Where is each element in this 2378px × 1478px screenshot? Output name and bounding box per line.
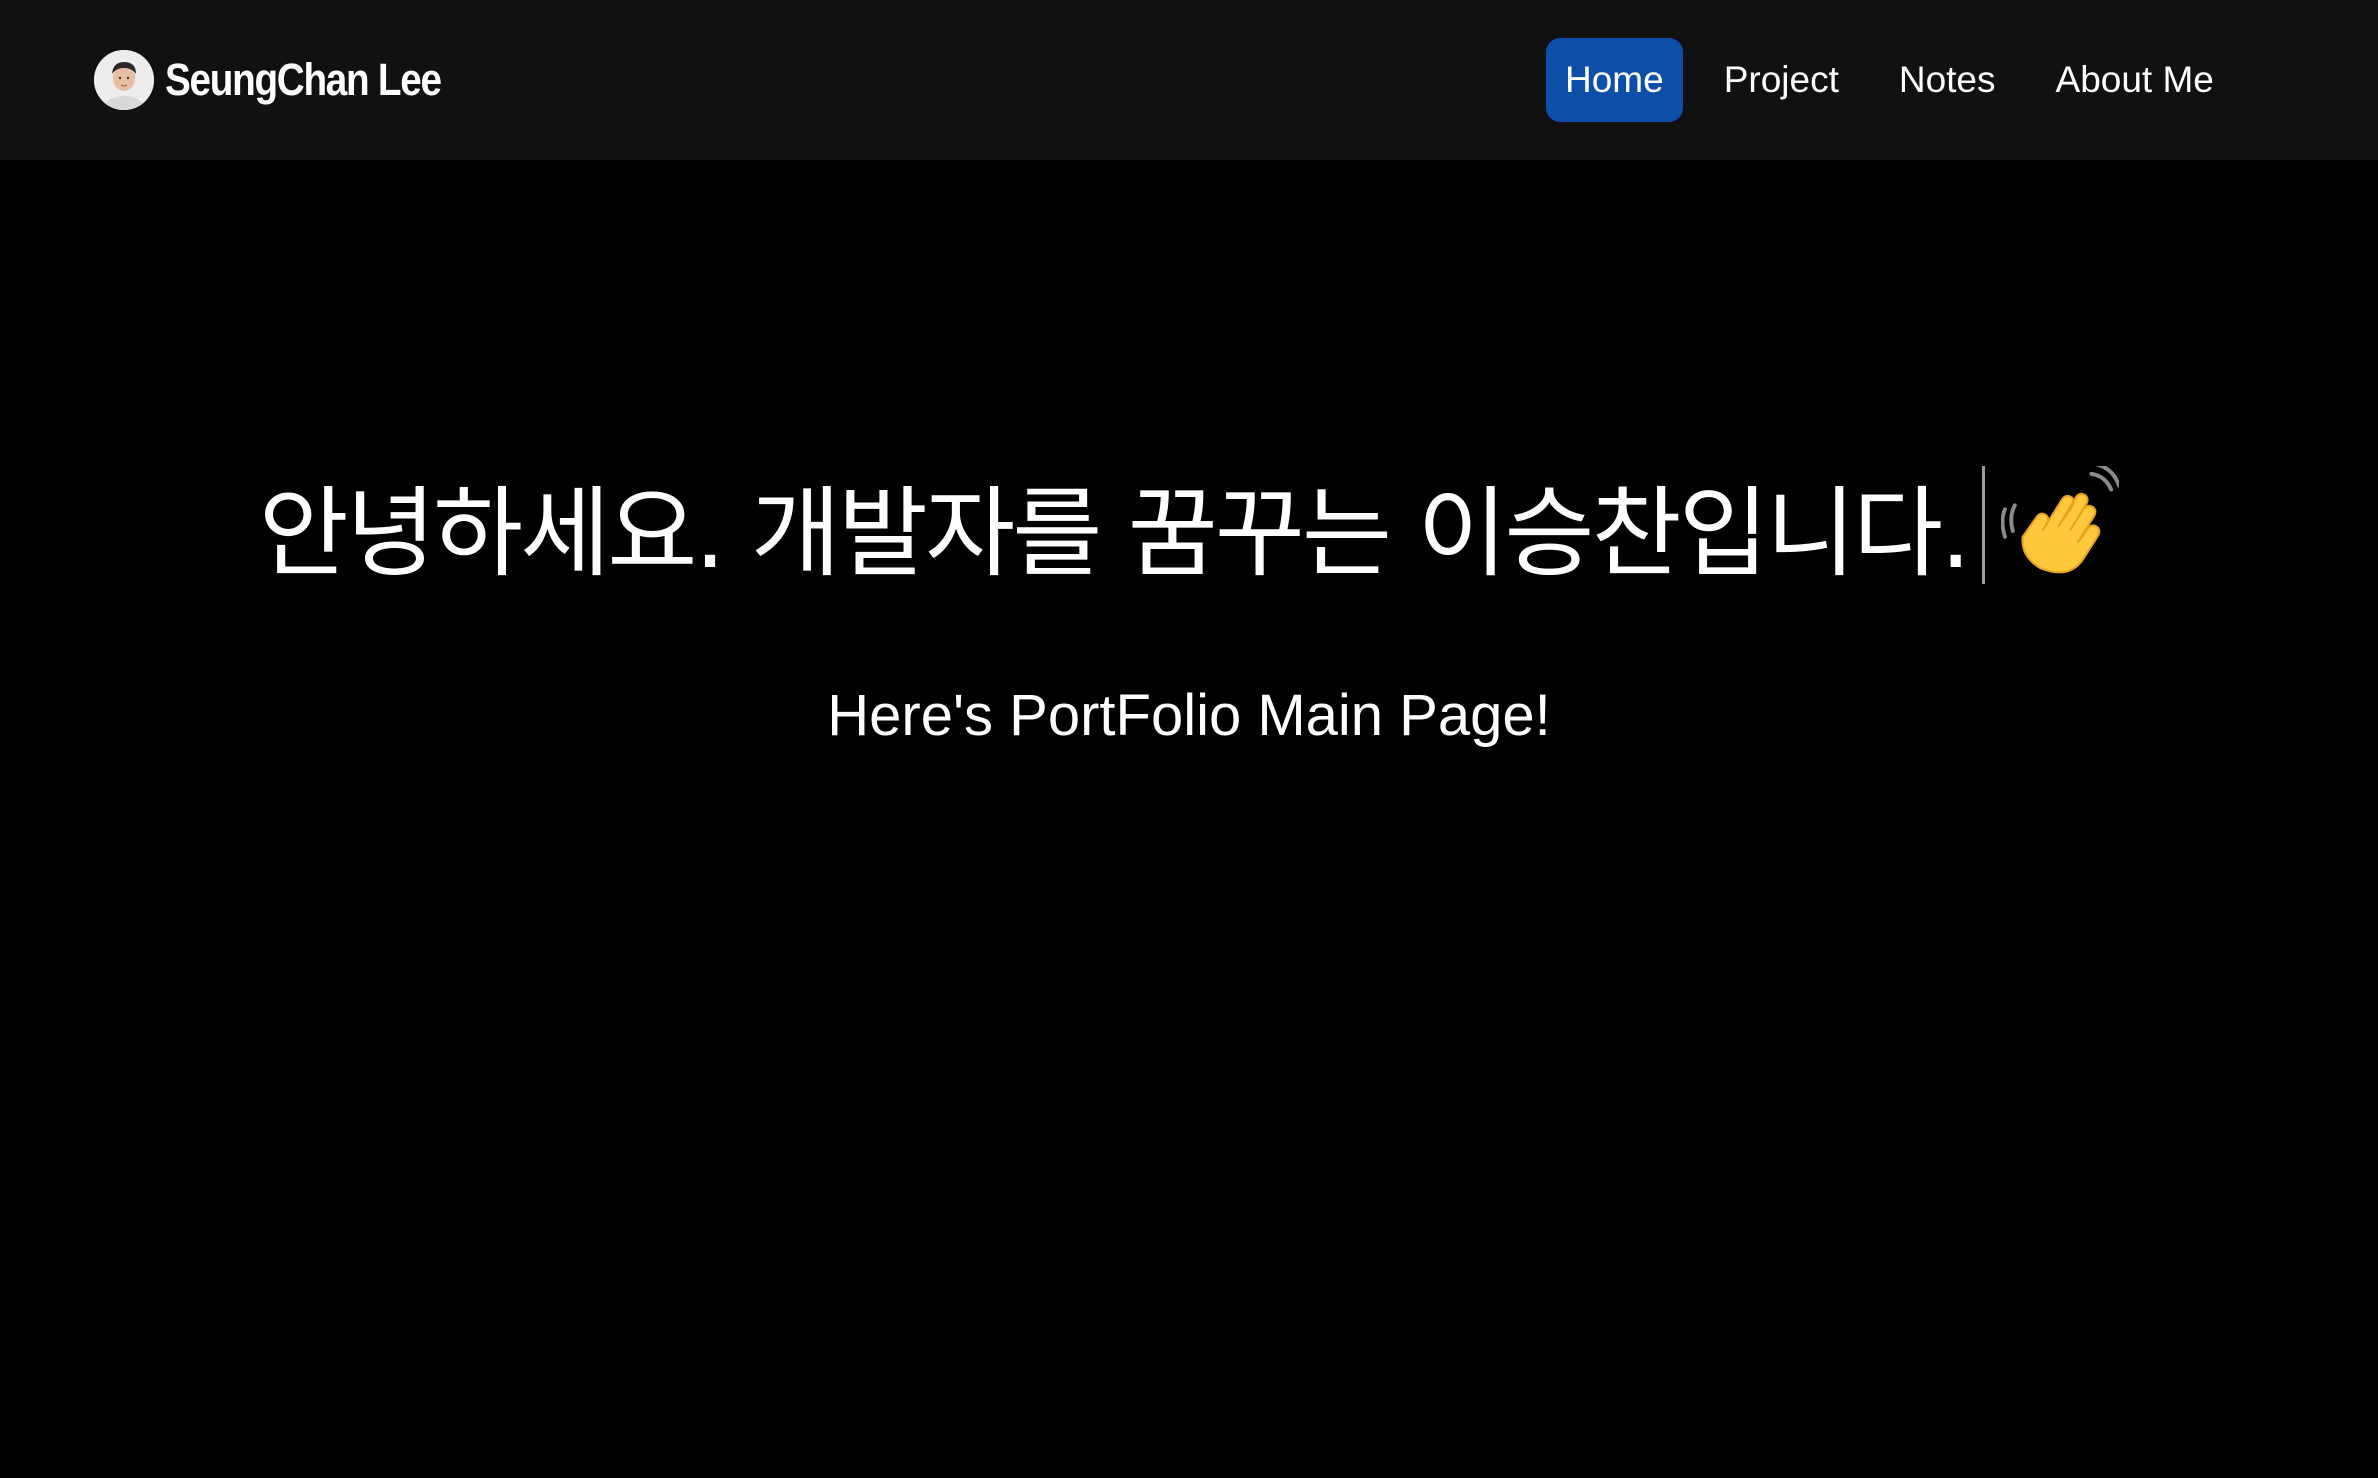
hero-title: 안녕하세요. 개발자를 꿈꾸는 이승찬입니다.: [258, 477, 1972, 591]
navbar: SeungChan Lee Home Project Notes About M…: [0, 0, 2378, 160]
brand-name: SeungChan Lee: [165, 54, 442, 105]
waving-hand-icon: [2001, 466, 2120, 584]
nav-notes[interactable]: Notes: [1880, 38, 2015, 122]
nav-about-me[interactable]: About Me: [2037, 38, 2233, 122]
hero-subtitle: Here's PortFolio Main Page!: [827, 683, 1551, 748]
brand-link[interactable]: SeungChan Lee: [94, 50, 486, 110]
main-nav: Home Project Notes About Me: [1546, 38, 2233, 122]
avatar: [94, 50, 154, 110]
typing-caret: [1982, 466, 1986, 584]
nav-project[interactable]: Project: [1705, 38, 1858, 122]
nav-home[interactable]: Home: [1546, 38, 1683, 122]
hero-heading: 안녕하세요. 개발자를 꿈꾸는 이승찬입니다.: [0, 455, 2378, 595]
avatar-icon: [94, 50, 154, 110]
